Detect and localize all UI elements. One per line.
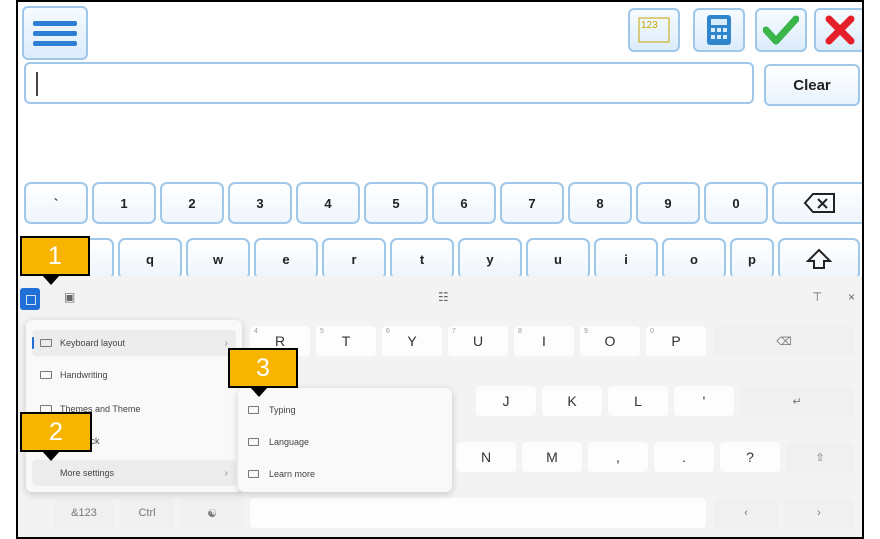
touch-symbols-key[interactable]: &123 (54, 498, 114, 528)
typing-icon (248, 406, 259, 414)
menu-item-more-settings[interactable]: More settings › (32, 460, 236, 486)
touch-backspace-key[interactable]: ⌫ (714, 326, 854, 356)
pin-icon[interactable]: ⊤ (812, 290, 822, 304)
key-0[interactable]: 0 (704, 182, 768, 224)
info-icon (248, 470, 259, 478)
hamburger-menu-icon (33, 21, 77, 26)
submenu-item-learn-more[interactable]: Learn more (248, 462, 438, 486)
touch-backspace-icon: ⌫ (776, 335, 792, 348)
green-check-icon (763, 15, 799, 45)
hamburger-menu-button[interactable] (22, 6, 88, 60)
touch-key-o[interactable]: 9O (580, 326, 640, 356)
callout-badge-1: 1 (20, 236, 90, 285)
key-8[interactable]: 8 (568, 182, 632, 224)
clipboard-icon[interactable]: ☷ (438, 290, 449, 304)
key-u[interactable]: u (526, 238, 590, 280)
key-6[interactable]: 6 (432, 182, 496, 224)
touch-key-y[interactable]: 6Y (382, 326, 442, 356)
key-o[interactable]: o (662, 238, 726, 280)
callout-badge-3: 3 (228, 348, 298, 397)
close-button[interactable] (814, 8, 862, 52)
callout-badge-2: 2 (20, 412, 92, 461)
submenu-item-typing[interactable]: Typing (248, 398, 438, 422)
keyboard-settings-menu: Keyboard layout › Handwriting Themes and … (26, 320, 242, 492)
touch-key-period[interactable]: . (654, 442, 714, 472)
svg-text:123: 123 (641, 20, 658, 31)
touch-key-u[interactable]: 7U (448, 326, 508, 356)
key-t[interactable]: t (390, 238, 454, 280)
keyboard-layout-icon (40, 339, 52, 347)
touch-key-l[interactable]: L (608, 386, 668, 416)
shift-up-icon (806, 248, 832, 269)
red-x-icon (825, 15, 855, 45)
key-p[interactable]: p (730, 238, 774, 280)
key-1[interactable]: 1 (92, 182, 156, 224)
touch-key-m[interactable]: M (522, 442, 582, 472)
touch-ctrl-key[interactable]: Ctrl (120, 498, 174, 528)
menu-item-handwriting[interactable]: Handwriting (32, 362, 236, 388)
key-e[interactable]: e (254, 238, 318, 280)
shift-key[interactable] (778, 238, 860, 280)
more-settings-submenu: Typing Language Learn more (238, 388, 452, 492)
touch-shift-key[interactable]: ⇧ (786, 442, 854, 472)
right-arrow-icon: › (817, 507, 821, 519)
left-arrow-icon: ‹ (744, 507, 748, 519)
microphone-icon: ☯ (207, 507, 217, 520)
virtual-keyboard-window: 123 Clear ` 1 2 3 4 5 6 7 8 9 0 q w e r … (16, 0, 864, 539)
touch-key-j[interactable]: J (476, 386, 536, 416)
key-7[interactable]: 7 (500, 182, 564, 224)
key-2[interactable]: 2 (160, 182, 224, 224)
close-touch-keyboard-icon[interactable]: × (848, 290, 855, 304)
number-pad-icon: 123 (638, 17, 670, 43)
calculator-button[interactable] (693, 8, 745, 52)
touch-keyboard-toolbar: ▣ ☷ ⊤ × (18, 276, 862, 314)
key-y[interactable]: y (458, 238, 522, 280)
key-q[interactable]: q (118, 238, 182, 280)
backspace-key[interactable] (772, 182, 862, 224)
touch-shift-icon: ⇧ (815, 451, 825, 464)
touch-key-question[interactable]: ? (720, 442, 780, 472)
accept-button[interactable] (755, 8, 807, 52)
chevron-right-icon: › (224, 337, 228, 349)
language-icon (248, 438, 259, 446)
touch-key-k[interactable]: K (542, 386, 602, 416)
touch-key-comma[interactable]: , (588, 442, 648, 472)
enter-icon: ↵ (792, 395, 802, 408)
number-pad-button[interactable]: 123 (628, 8, 680, 52)
submenu-item-language[interactable]: Language (248, 430, 438, 454)
touch-key-n[interactable]: N (456, 442, 516, 472)
backspace-icon (803, 193, 835, 213)
key-4[interactable]: 4 (296, 182, 360, 224)
key-9[interactable]: 9 (636, 182, 700, 224)
touch-mic-key[interactable]: ☯ (180, 498, 244, 528)
touch-left-arrow-key[interactable]: ‹ (714, 498, 778, 528)
handwriting-icon (40, 371, 52, 379)
touch-right-arrow-key[interactable]: › (784, 498, 854, 528)
key-i[interactable]: i (594, 238, 658, 280)
chevron-right-icon: › (224, 467, 228, 479)
menu-item-keyboard-layout[interactable]: Keyboard layout › (32, 330, 236, 356)
touch-keyboard: ▣ ☷ ⊤ × 4R 5T 6Y 7U 8I 9O 0P ⌫ J K L ' ↵… (18, 276, 862, 537)
key-backtick[interactable]: ` (24, 182, 88, 224)
key-3[interactable]: 3 (228, 182, 292, 224)
touch-space-key[interactable] (250, 498, 706, 528)
touch-key-apostrophe[interactable]: ' (674, 386, 734, 416)
calculator-icon (707, 15, 731, 45)
emoji-icon[interactable]: ▣ (64, 290, 75, 304)
key-5[interactable]: 5 (364, 182, 428, 224)
keyboard-settings-icon[interactable] (20, 288, 40, 310)
text-input[interactable] (24, 62, 754, 104)
clear-button[interactable]: Clear (764, 64, 860, 106)
key-w[interactable]: w (186, 238, 250, 280)
touch-key-i[interactable]: 8I (514, 326, 574, 356)
key-r[interactable]: r (322, 238, 386, 280)
touch-enter-key[interactable]: ↵ (740, 386, 854, 416)
touch-key-p[interactable]: 0P (646, 326, 706, 356)
text-caret (36, 72, 38, 96)
touch-key-t[interactable]: 5T (316, 326, 376, 356)
